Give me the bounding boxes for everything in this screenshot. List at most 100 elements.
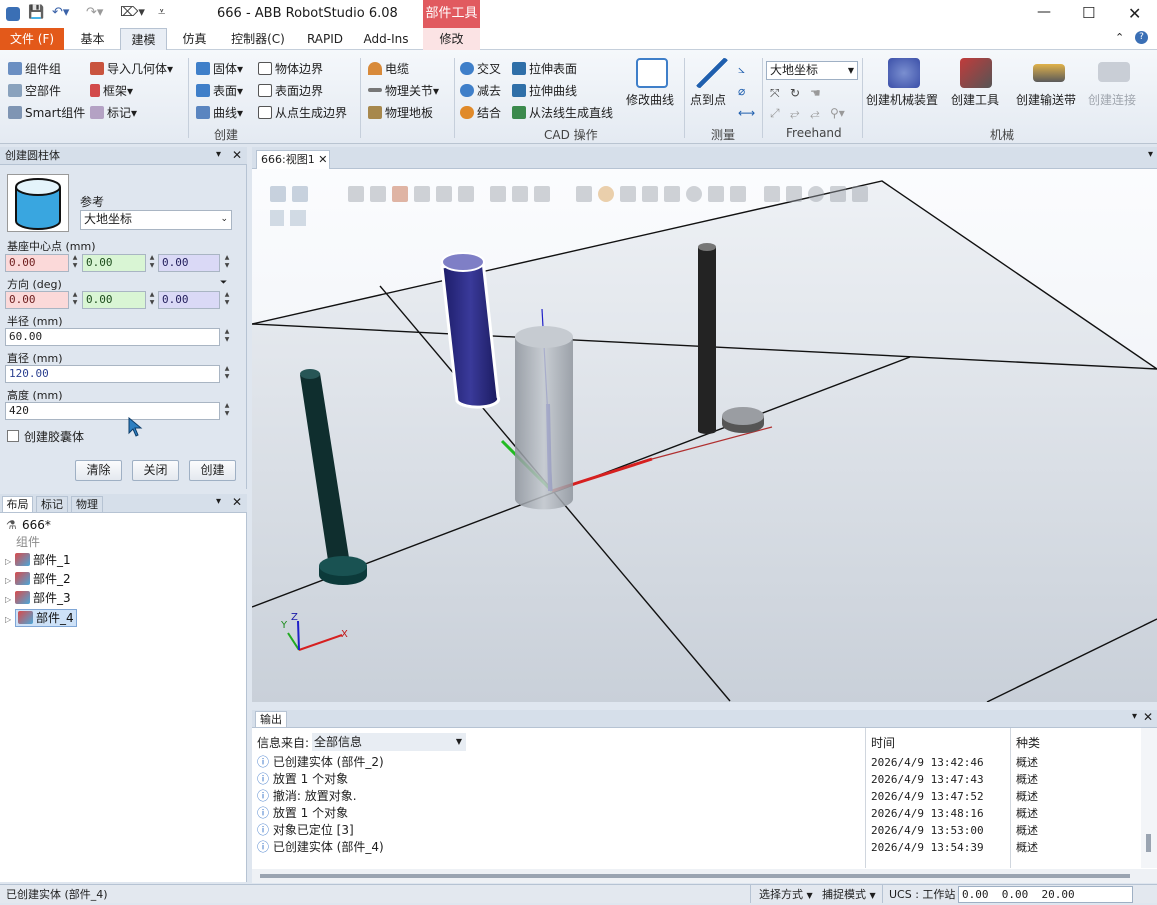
spinner[interactable]: ▲ ▼ xyxy=(147,254,157,272)
select-curve-icon[interactable] xyxy=(436,186,452,202)
tab-simulation[interactable]: 仿真 xyxy=(172,28,217,50)
subtract-button[interactable]: 减去 xyxy=(460,83,501,99)
select-frame-icon[interactable] xyxy=(534,186,550,202)
close-panel-icon[interactable]: ✕ xyxy=(232,495,242,509)
snap-edge-icon[interactable] xyxy=(642,186,658,202)
output-row[interactable]: ⓘ 已创建实体 (部件_4) xyxy=(257,839,384,856)
angle-measure-icon[interactable]: ⦣ xyxy=(738,61,745,77)
orientation-y-input[interactable]: 0.00 xyxy=(82,291,146,309)
select-target-icon[interactable] xyxy=(512,186,528,202)
pin-icon[interactable]: ▾ xyxy=(216,149,221,160)
tag-icon[interactable]: ⌦▾ xyxy=(120,5,145,21)
save-icon[interactable]: 💾 xyxy=(28,5,44,21)
view-home-icon[interactable] xyxy=(270,186,286,202)
diameter-input[interactable]: 120.00 xyxy=(5,365,220,383)
snap-grid-icon[interactable] xyxy=(686,186,702,202)
extrude-curve-button[interactable]: 拉伸曲线 xyxy=(512,83,577,99)
create-conveyor-button[interactable]: 创建输送带 xyxy=(1016,92,1076,108)
smart-component-button[interactable]: Smart组件 xyxy=(8,105,85,121)
cable-button[interactable]: 电缆 xyxy=(368,61,409,77)
measure-p2p-icon[interactable] xyxy=(764,186,780,202)
surface-bounds-button[interactable]: 表面边界 xyxy=(258,83,323,99)
redo-icon[interactable]: ↷▾ xyxy=(86,5,103,21)
select-mode-dropdown[interactable]: 选择方式 ▼ xyxy=(750,885,813,903)
spinner[interactable]: ▲ ▼ xyxy=(222,365,232,383)
spinner[interactable]: ▲ ▼ xyxy=(222,328,232,346)
tab-layout[interactable]: 布局 xyxy=(2,496,33,513)
select-group-icon[interactable] xyxy=(458,186,474,202)
snap-midpoint-icon[interactable] xyxy=(620,186,636,202)
extrude-surface-button[interactable]: 拉伸表面 xyxy=(512,61,577,77)
output-row[interactable]: ⓘ 放置 1 个对象 xyxy=(257,805,348,822)
import-geometry-button[interactable]: 导入几何体▾ xyxy=(90,61,173,77)
view-all-icon[interactable] xyxy=(292,186,308,202)
tab-list-icon[interactable]: ▾ xyxy=(1148,149,1153,160)
bounds-from-points-button[interactable]: 从点生成边界 xyxy=(258,105,347,121)
surface-button[interactable]: 表面▾ xyxy=(196,83,243,99)
tab-physics[interactable]: 物理 xyxy=(71,496,103,513)
normal-line-button[interactable]: 从法线生成直线 xyxy=(512,105,613,121)
snap-mode-dropdown[interactable]: 捕捉模式 ▼ xyxy=(820,885,876,903)
orientation-z-input[interactable]: 0.00 xyxy=(158,291,220,309)
tab-modify[interactable]: 修改 xyxy=(423,28,480,50)
close-button[interactable]: 关闭 xyxy=(132,460,179,481)
black-pole[interactable] xyxy=(698,247,716,434)
capsule-checkbox[interactable] xyxy=(7,430,19,442)
expand-icon[interactable]: ⏷ xyxy=(220,278,227,288)
select-surface-icon[interactable] xyxy=(414,186,430,202)
reference-frame-select[interactable]: 大地坐标 ▼ xyxy=(766,61,858,80)
height-input[interactable]: 420 xyxy=(5,402,220,420)
select-part-icon[interactable] xyxy=(370,186,386,202)
create-tool-button[interactable]: 创建工具 xyxy=(951,92,999,108)
create-connection-button[interactable]: 创建连接 xyxy=(1088,92,1136,108)
source-select[interactable]: 全部信息 ▼ xyxy=(312,733,466,751)
scrollbar[interactable] xyxy=(1141,728,1157,868)
output-row[interactable]: ⓘ 放置 1 个对象 xyxy=(257,771,348,788)
curve-button[interactable]: 曲线▾ xyxy=(196,105,243,121)
move-icon[interactable]: ⤧ xyxy=(770,85,780,101)
customize-icon[interactable]: ⩡ xyxy=(158,5,165,21)
create-button[interactable]: 创建 xyxy=(189,460,236,481)
stop-icon[interactable] xyxy=(290,210,306,226)
modify-curve-button[interactable]: 修改曲线 xyxy=(626,92,674,108)
pin-icon[interactable]: ▾ xyxy=(216,496,221,507)
jog-linear-icon[interactable]: ⥂ xyxy=(790,105,800,121)
tab-controller[interactable]: 控制器(C) xyxy=(223,28,293,50)
3d-viewport[interactable]: X Y Z xyxy=(251,169,1157,703)
select-body-icon[interactable] xyxy=(392,186,408,202)
min-distance-icon[interactable]: ⟷ xyxy=(738,105,755,121)
play-icon[interactable] xyxy=(270,210,284,226)
point-to-point-button[interactable]: 点到点 xyxy=(690,92,726,108)
jog-reorient-icon[interactable]: ⥄ xyxy=(810,105,820,121)
snap-center-icon[interactable] xyxy=(598,186,614,202)
measure-clear-icon[interactable] xyxy=(852,186,868,202)
drag-icon[interactable]: ☚ xyxy=(810,85,821,101)
center-z-input[interactable]: 0.00 xyxy=(158,254,220,272)
collapse-ribbon-icon[interactable]: ⌃ xyxy=(1115,31,1124,44)
component-group-button[interactable]: 组件组 xyxy=(8,61,61,77)
tab-modeling[interactable]: 建模 xyxy=(120,28,167,50)
type-column-header[interactable]: 种类 xyxy=(1016,734,1040,751)
select-icon[interactable] xyxy=(348,186,364,202)
grey-cylinder[interactable] xyxy=(515,337,573,510)
snap-local-icon[interactable] xyxy=(708,186,724,202)
reference-select[interactable]: 大地坐标 ⌄ xyxy=(80,210,232,230)
tab-rapid[interactable]: RAPID xyxy=(300,28,350,50)
snap-object-icon[interactable] xyxy=(576,186,592,202)
tab-addins[interactable]: Add-Ins xyxy=(357,28,415,50)
physics-floor-button[interactable]: 物理地板 xyxy=(368,105,433,121)
ucs-indicator[interactable]: UCS : 工作站 xyxy=(882,885,955,903)
hscrollbar-thumb[interactable] xyxy=(260,874,1130,878)
minimize-icon[interactable]: — xyxy=(1037,4,1051,20)
measure-distance-icon[interactable] xyxy=(830,186,846,202)
diameter-measure-icon[interactable]: ⌀ xyxy=(738,83,745,99)
output-row[interactable]: ⓘ 撤消: 放置对象. xyxy=(257,788,357,805)
frame-button[interactable]: 框架▾ xyxy=(90,83,133,99)
multi-robot-jog-icon[interactable]: ⚲▾ xyxy=(830,105,845,121)
physics-joint-button[interactable]: 物理关节▾ xyxy=(368,83,439,99)
output-row[interactable]: ⓘ 对象已定位 [3] xyxy=(257,822,354,839)
spinner[interactable]: ▲ ▼ xyxy=(70,254,80,272)
scrollbar-thumb[interactable] xyxy=(1146,834,1151,852)
tab-output[interactable]: 输出 xyxy=(255,711,287,728)
pin-icon[interactable]: ▾ xyxy=(1132,711,1137,722)
